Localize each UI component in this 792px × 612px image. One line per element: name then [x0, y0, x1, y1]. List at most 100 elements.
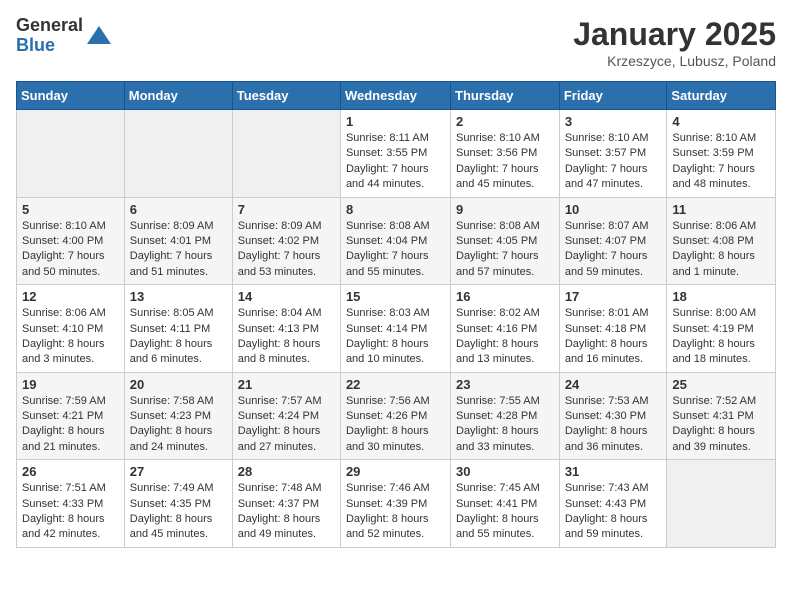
day-number: 17 — [565, 289, 662, 304]
calendar-cell: 18 Sunrise: 8:00 AM Sunset: 4:19 PM Dayli… — [667, 285, 776, 373]
calendar-cell — [667, 460, 776, 548]
day-number: 20 — [130, 377, 227, 392]
day-number: 11 — [672, 202, 770, 217]
logo-general: General — [16, 16, 83, 36]
day-number: 2 — [456, 114, 554, 129]
day-info: Sunrise: 8:06 AM Sunset: 4:10 PM Dayligh… — [22, 306, 119, 368]
day-info: Sunrise: 8:08 AM Sunset: 4:05 PM Dayligh… — [456, 219, 554, 281]
week-row-4: 19 Sunrise: 7:59 AM Sunset: 4:21 PM Dayli… — [17, 372, 776, 460]
week-row-3: 12 Sunrise: 8:06 AM Sunset: 4:10 PM Dayli… — [17, 285, 776, 373]
calendar-cell: 4 Sunrise: 8:10 AM Sunset: 3:59 PM Daylig… — [667, 110, 776, 198]
day-info: Sunrise: 8:03 AM Sunset: 4:14 PM Dayligh… — [346, 306, 445, 368]
day-number: 3 — [565, 114, 662, 129]
day-info: Sunrise: 8:01 AM Sunset: 4:18 PM Dayligh… — [565, 306, 662, 368]
day-info: Sunrise: 7:53 AM Sunset: 4:30 PM Dayligh… — [565, 394, 662, 456]
header-day-sunday: Sunday — [17, 82, 125, 110]
day-info: Sunrise: 8:09 AM Sunset: 4:02 PM Dayligh… — [238, 219, 335, 281]
week-row-1: 1Sunrise: 8:11 AM Sunset: 3:55 PM Daylig… — [17, 110, 776, 198]
calendar-cell: 11 Sunrise: 8:06 AM Sunset: 4:08 PM Dayli… — [667, 197, 776, 285]
day-info: Sunrise: 8:08 AM Sunset: 4:04 PM Dayligh… — [346, 219, 445, 281]
calendar-cell: 25Sunrise: 7:52 AM Sunset: 4:31 PM Dayli… — [667, 372, 776, 460]
calendar-cell: 8 Sunrise: 8:08 AM Sunset: 4:04 PM Daylig… — [340, 197, 450, 285]
calendar-cell: 1Sunrise: 8:11 AM Sunset: 3:55 PM Daylig… — [340, 110, 450, 198]
calendar-cell: 27 Sunrise: 7:49 AM Sunset: 4:35 PM Dayli… — [124, 460, 232, 548]
calendar-cell: 3 Sunrise: 8:10 AM Sunset: 3:57 PM Daylig… — [559, 110, 667, 198]
calendar-cell: 15Sunrise: 8:03 AM Sunset: 4:14 PM Dayli… — [340, 285, 450, 373]
day-number: 18 — [672, 289, 770, 304]
day-number: 8 — [346, 202, 445, 217]
day-number: 5 — [22, 202, 119, 217]
calendar-cell: 22 Sunrise: 7:56 AM Sunset: 4:26 PM Dayli… — [340, 372, 450, 460]
calendar-subtitle: Krzeszyce, Lubusz, Poland — [573, 53, 776, 69]
calendar-cell: 2 Sunrise: 8:10 AM Sunset: 3:56 PM Daylig… — [451, 110, 560, 198]
day-info: Sunrise: 8:04 AM Sunset: 4:13 PM Dayligh… — [238, 306, 335, 368]
calendar-cell: 16 Sunrise: 8:02 AM Sunset: 4:16 PM Dayli… — [451, 285, 560, 373]
calendar-cell: 23 Sunrise: 7:55 AM Sunset: 4:28 PM Dayli… — [451, 372, 560, 460]
day-number: 14 — [238, 289, 335, 304]
day-number: 10 — [565, 202, 662, 217]
day-number: 4 — [672, 114, 770, 129]
calendar-cell: 14 Sunrise: 8:04 AM Sunset: 4:13 PM Dayli… — [232, 285, 340, 373]
calendar-cell: 29Sunrise: 7:46 AM Sunset: 4:39 PM Dayli… — [340, 460, 450, 548]
day-number: 7 — [238, 202, 335, 217]
day-number: 13 — [130, 289, 227, 304]
header-day-friday: Friday — [559, 82, 667, 110]
day-info: Sunrise: 7:52 AM Sunset: 4:31 PM Dayligh… — [672, 394, 770, 456]
day-info: Sunrise: 7:51 AM Sunset: 4:33 PM Dayligh… — [22, 481, 119, 543]
calendar-cell: 6Sunrise: 8:09 AM Sunset: 4:01 PM Daylig… — [124, 197, 232, 285]
day-info: Sunrise: 8:02 AM Sunset: 4:16 PM Dayligh… — [456, 306, 554, 368]
day-info: Sunrise: 7:55 AM Sunset: 4:28 PM Dayligh… — [456, 394, 554, 456]
day-info: Sunrise: 7:49 AM Sunset: 4:35 PM Dayligh… — [130, 481, 227, 543]
day-number: 16 — [456, 289, 554, 304]
logo-icon — [85, 22, 113, 50]
day-info: Sunrise: 8:10 AM Sunset: 4:00 PM Dayligh… — [22, 219, 119, 281]
day-info: Sunrise: 8:07 AM Sunset: 4:07 PM Dayligh… — [565, 219, 662, 281]
day-number: 23 — [456, 377, 554, 392]
day-number: 27 — [130, 464, 227, 479]
header-day-tuesday: Tuesday — [232, 82, 340, 110]
calendar-cell: 12 Sunrise: 8:06 AM Sunset: 4:10 PM Dayli… — [17, 285, 125, 373]
day-info: Sunrise: 8:00 AM Sunset: 4:19 PM Dayligh… — [672, 306, 770, 368]
calendar-cell: 30Sunrise: 7:45 AM Sunset: 4:41 PM Dayli… — [451, 460, 560, 548]
day-number: 24 — [565, 377, 662, 392]
header-day-saturday: Saturday — [667, 82, 776, 110]
day-number: 30 — [456, 464, 554, 479]
day-number: 12 — [22, 289, 119, 304]
calendar-cell: 7 Sunrise: 8:09 AM Sunset: 4:02 PM Daylig… — [232, 197, 340, 285]
day-info: Sunrise: 7:58 AM Sunset: 4:23 PM Dayligh… — [130, 394, 227, 456]
calendar-cell: 24 Sunrise: 7:53 AM Sunset: 4:30 PM Dayli… — [559, 372, 667, 460]
day-info: Sunrise: 7:59 AM Sunset: 4:21 PM Dayligh… — [22, 394, 119, 456]
calendar-cell: 28Sunrise: 7:48 AM Sunset: 4:37 PM Dayli… — [232, 460, 340, 548]
day-number: 1 — [346, 114, 445, 129]
calendar-title: January 2025 — [573, 16, 776, 53]
day-info: Sunrise: 8:10 AM Sunset: 3:56 PM Dayligh… — [456, 131, 554, 193]
header-day-thursday: Thursday — [451, 82, 560, 110]
day-info: Sunrise: 8:05 AM Sunset: 4:11 PM Dayligh… — [130, 306, 227, 368]
calendar-cell — [124, 110, 232, 198]
day-info: Sunrise: 8:10 AM Sunset: 3:57 PM Dayligh… — [565, 131, 662, 193]
calendar-cell: 5 Sunrise: 8:10 AM Sunset: 4:00 PM Daylig… — [17, 197, 125, 285]
day-number: 19 — [22, 377, 119, 392]
logo-blue: Blue — [16, 36, 83, 56]
week-row-2: 5 Sunrise: 8:10 AM Sunset: 4:00 PM Daylig… — [17, 197, 776, 285]
calendar-cell — [17, 110, 125, 198]
day-info: Sunrise: 7:56 AM Sunset: 4:26 PM Dayligh… — [346, 394, 445, 456]
calendar-cell: 17 Sunrise: 8:01 AM Sunset: 4:18 PM Dayli… — [559, 285, 667, 373]
day-number: 6 — [130, 202, 227, 217]
header-day-wednesday: Wednesday — [340, 82, 450, 110]
day-info: Sunrise: 8:10 AM Sunset: 3:59 PM Dayligh… — [672, 131, 770, 193]
title-block: January 2025 Krzeszyce, Lubusz, Poland — [573, 16, 776, 69]
calendar-cell: 9Sunrise: 8:08 AM Sunset: 4:05 PM Daylig… — [451, 197, 560, 285]
calendar-cell: 31Sunrise: 7:43 AM Sunset: 4:43 PM Dayli… — [559, 460, 667, 548]
header-day-monday: Monday — [124, 82, 232, 110]
week-row-5: 26Sunrise: 7:51 AM Sunset: 4:33 PM Dayli… — [17, 460, 776, 548]
day-number: 28 — [238, 464, 335, 479]
page-header: General Blue January 2025 Krzeszyce, Lub… — [16, 16, 776, 69]
calendar-cell: 13 Sunrise: 8:05 AM Sunset: 4:11 PM Dayli… — [124, 285, 232, 373]
day-info: Sunrise: 8:06 AM Sunset: 4:08 PM Dayligh… — [672, 219, 770, 281]
day-info: Sunrise: 7:57 AM Sunset: 4:24 PM Dayligh… — [238, 394, 335, 456]
calendar-cell: 21Sunrise: 7:57 AM Sunset: 4:24 PM Dayli… — [232, 372, 340, 460]
calendar-table: SundayMondayTuesdayWednesdayThursdayFrid… — [16, 81, 776, 548]
day-number: 22 — [346, 377, 445, 392]
calendar-cell: 10 Sunrise: 8:07 AM Sunset: 4:07 PM Dayli… — [559, 197, 667, 285]
